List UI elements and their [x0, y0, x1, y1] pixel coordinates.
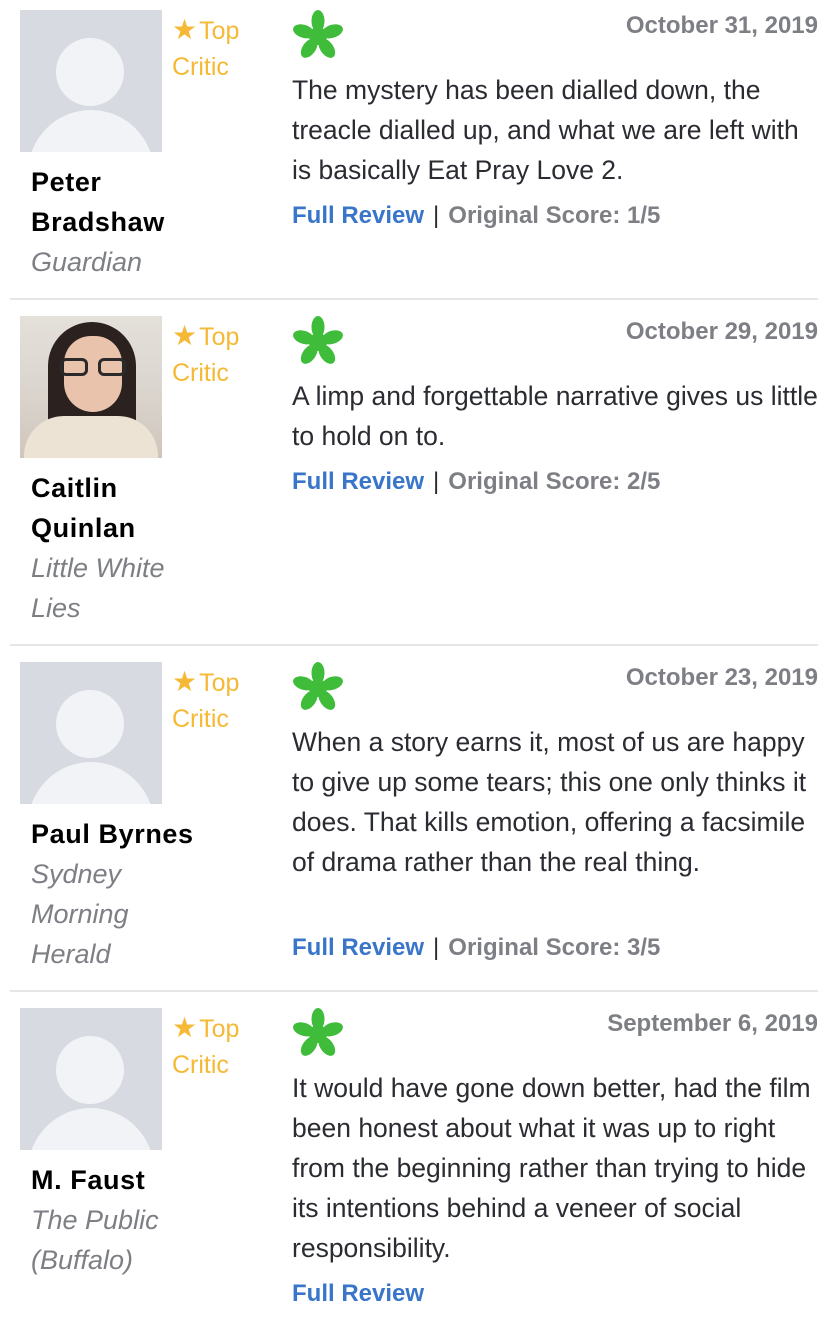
full-review-link[interactable]: Full Review: [292, 934, 424, 961]
publication-line[interactable]: Herald: [31, 939, 111, 969]
top-critic-badge: ★Top Critic: [172, 12, 262, 85]
original-score: Original Score: 3/5: [448, 934, 661, 961]
publication-name[interactable]: Sydney Morning Herald: [31, 854, 251, 974]
critic-name-line[interactable]: Bradshaw: [31, 207, 165, 237]
top-critic-badge: ★Top Critic: [172, 664, 262, 737]
review-card: ★Top Critic Caitlin Quinlan Little White…: [10, 316, 818, 646]
publication-line[interactable]: (Buffalo): [31, 1245, 133, 1275]
publication-name[interactable]: The Public (Buffalo): [31, 1200, 251, 1280]
fresh-splat-icon: [292, 10, 344, 61]
review-date: September 6, 2019: [607, 1010, 818, 1037]
fresh-splat-icon: [292, 316, 344, 367]
star-icon: ★: [172, 666, 198, 697]
default-avatar-icon: [20, 662, 162, 804]
critic-name-line[interactable]: Peter: [31, 167, 102, 197]
publication-line[interactable]: Sydney: [31, 859, 121, 889]
review-quote: A limp and forgettable narrative gives u…: [292, 381, 818, 451]
review-card: ★Top Critic Peter Bradshaw Guardian Octo…: [10, 10, 818, 300]
top-critic-label: Top: [199, 17, 240, 45]
default-avatar-icon: [20, 1008, 162, 1150]
review-links: Full Review | Original Score: 1/5: [292, 200, 660, 232]
review-links: Full Review | Original Score: 3/5: [292, 932, 660, 964]
full-review-link[interactable]: Full Review: [292, 1280, 424, 1307]
top-critic-label: Critic: [172, 53, 229, 81]
review-date: October 23, 2019: [625, 664, 818, 691]
top-critic-label: Top: [199, 669, 240, 697]
critic-name-line[interactable]: M. Faust: [31, 1165, 145, 1195]
original-score: Original Score: 1/5: [448, 202, 661, 229]
star-icon: ★: [172, 320, 198, 351]
review-quote: It would have gone down better, had the …: [292, 1073, 811, 1263]
top-critic-label: Critic: [172, 359, 229, 387]
review-card: ★Top Critic Paul Byrnes Sydney Morning H…: [10, 662, 818, 992]
publication-name[interactable]: Little White Lies: [31, 548, 251, 628]
original-score: Original Score: 2/5: [448, 468, 661, 495]
full-review-link[interactable]: Full Review: [292, 468, 424, 495]
critic-name[interactable]: M. Faust: [31, 1160, 261, 1200]
full-review-link[interactable]: Full Review: [292, 202, 424, 229]
critic-name-line[interactable]: Paul Byrnes: [31, 819, 194, 849]
critic-name[interactable]: Caitlin Quinlan: [31, 468, 261, 548]
link-separator: |: [433, 468, 440, 495]
critic-name-line[interactable]: Quinlan: [31, 513, 136, 543]
top-critic-label: Top: [199, 1015, 240, 1043]
critic-name-line[interactable]: Caitlin: [31, 473, 118, 503]
review-links: Full Review | Original Score: 2/5: [292, 466, 660, 498]
star-icon: ★: [172, 1012, 198, 1043]
top-critic-badge: ★Top Critic: [172, 1010, 262, 1083]
review-quote: The mystery has been dialled down, the t…: [292, 75, 799, 185]
publication-line[interactable]: Lies: [31, 593, 81, 623]
fresh-splat-icon: [292, 1008, 344, 1059]
default-avatar-icon: [20, 10, 162, 152]
link-separator: |: [433, 934, 440, 961]
critic-photo-icon: [20, 316, 162, 458]
top-critic-badge: ★Top Critic: [172, 318, 262, 391]
link-separator: |: [433, 202, 440, 229]
critic-name[interactable]: Paul Byrnes: [31, 814, 261, 854]
top-critic-label: Critic: [172, 705, 229, 733]
star-icon: ★: [172, 14, 198, 45]
publication-line[interactable]: Little White: [31, 553, 165, 583]
publication-line[interactable]: Morning: [31, 899, 129, 929]
publication-line[interactable]: Guardian: [31, 247, 142, 277]
publication-line[interactable]: The Public: [31, 1205, 159, 1235]
review-links: Full Review: [292, 1278, 424, 1310]
critic-name[interactable]: Peter Bradshaw: [31, 162, 261, 242]
review-quote: When a story earns it, most of us are ha…: [292, 727, 807, 877]
fresh-splat-icon: [292, 662, 344, 713]
top-critic-label: Top: [199, 323, 240, 351]
review-date: October 31, 2019: [625, 12, 818, 39]
publication-name[interactable]: Guardian: [31, 242, 251, 282]
top-critic-label: Critic: [172, 1051, 229, 1079]
review-date: October 29, 2019: [625, 318, 818, 345]
review-card: ★Top Critic M. Faust The Public (Buffalo…: [10, 1008, 818, 1327]
